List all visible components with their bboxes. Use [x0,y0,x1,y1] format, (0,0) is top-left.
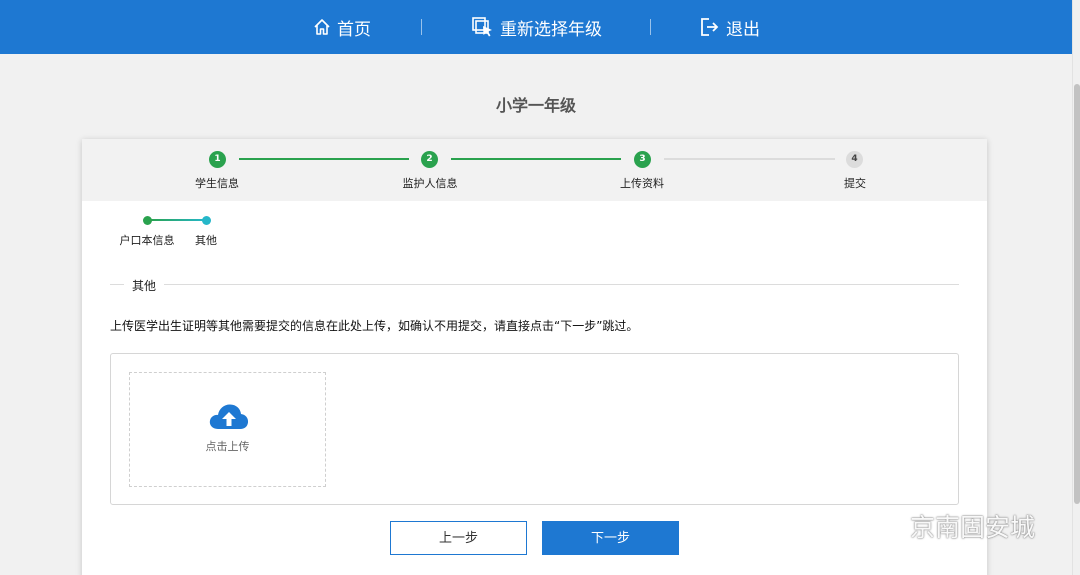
step-3-number: 3 [634,151,651,168]
nav-logout-label: 退出 [726,19,760,40]
nav-home-link[interactable]: 首页 [313,0,371,54]
upload-instruction: 上传医学出生证明等其他需要提交的信息在此处上传，如确认不用提交，请直接点击“下一… [110,319,639,333]
step-1-label: 学生信息 [195,177,239,190]
page-title: 小学一年级 [495,96,576,115]
logout-icon [701,18,719,36]
step-2-number: 2 [421,151,438,168]
top-nav-bar: 首页 重新选择年级 退出 [0,0,1072,54]
step-2-label: 监护人信息 [402,177,458,190]
step-progress-bar: 1 学生信息 2 监护人信息 3 上传资料 4 提交 [82,139,987,201]
nav-home-label: 首页 [337,19,371,40]
home-icon [314,19,330,35]
cloud-upload-icon [209,404,249,429]
select-cursor-icon [472,17,492,37]
wechat-icon [862,511,903,540]
nav-divider [650,19,651,35]
nav-reselect-grade-label: 重新选择年级 [500,19,602,40]
page-scrollbar[interactable] [1072,0,1080,575]
next-step-button[interactable]: 下一步 [542,521,679,555]
step-3-label: 上传资料 [620,177,664,190]
substep-1-label: 户口本信息 [119,234,175,247]
upload-label: 点击上传 [205,440,250,453]
upload-button[interactable]: 点击上传 [129,372,326,487]
upload-area: 点击上传 [110,353,959,505]
scrollbar-thumb[interactable] [1074,84,1080,504]
substep-2-dot [202,216,211,225]
nav-divider [421,19,422,35]
prev-step-button[interactable]: 上一步 [390,521,527,555]
step-connector [239,158,409,160]
watermark-text: 京南固安城 [910,513,1036,542]
section-divider [110,284,124,285]
step-connector [451,158,621,160]
section-divider [164,284,959,285]
step-connector [664,158,835,160]
nav-reselect-grade-link[interactable]: 重新选择年级 [472,0,602,54]
step-1-number: 1 [209,151,226,168]
substep-2-label: 其他 [195,234,217,247]
substep-connector [149,219,205,221]
step-4-label: 提交 [844,177,866,190]
substep-1-dot [143,216,152,225]
watermark: 京南固安城 [862,508,1035,544]
nav-logout-link[interactable]: 退出 [700,0,760,54]
form-card: 1 学生信息 2 监护人信息 3 上传资料 4 提交 户口本信息 其他 其他 上… [82,139,987,575]
step-4-number: 4 [846,151,863,168]
section-title: 其他 [132,279,157,293]
